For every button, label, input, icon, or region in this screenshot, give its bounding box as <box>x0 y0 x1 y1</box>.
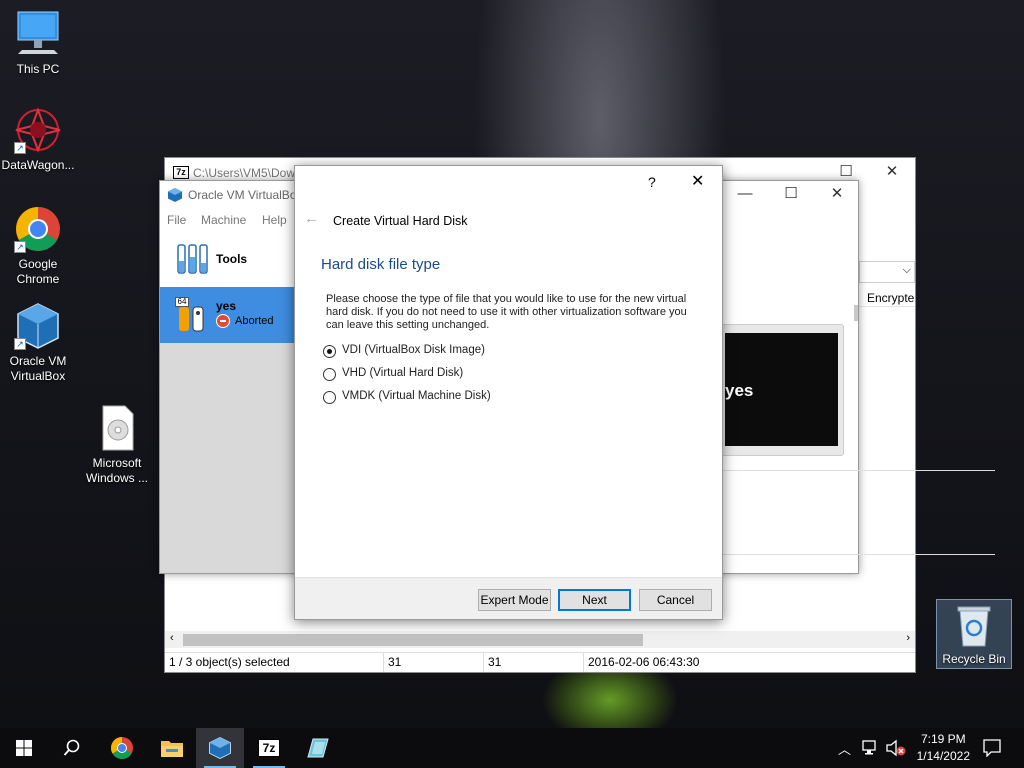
7zip-icon: 7z <box>173 166 189 179</box>
volume-muted-icon[interactable] <box>885 739 907 757</box>
toolbar-area <box>859 208 915 262</box>
help-button[interactable]: ? <box>648 174 656 190</box>
preview-frame: yes <box>720 324 844 456</box>
status-selected: 1 / 3 object(s) selected <box>169 655 290 669</box>
details-scrollbar[interactable] <box>854 305 858 321</box>
machine-list: Tools 64 yes Aborted <box>160 231 296 573</box>
os-type-icon: 64 <box>175 297 207 333</box>
show-hidden-icons-chevron-up-icon[interactable]: ︿ <box>838 739 851 758</box>
menu-machine[interactable]: Machine <box>201 213 246 227</box>
scroll-right-icon[interactable]: › <box>906 632 910 644</box>
column-header-encrypted[interactable]: Encrypte <box>859 289 915 307</box>
aborted-icon <box>216 314 230 328</box>
taskbar-virtualbox[interactable] <box>196 728 244 768</box>
taskbar-file-explorer[interactable] <box>148 728 196 768</box>
tools-label: Tools <box>216 252 248 266</box>
virtualbox-title: Oracle VM VirtualBox <box>188 188 303 202</box>
preview-vm-name: yes <box>725 381 754 400</box>
virtualbox-icon <box>209 736 231 760</box>
taskbar-app[interactable] <box>294 728 342 768</box>
start-button[interactable] <box>0 728 48 768</box>
desktop-icon-microsoft-windows[interactable]: Microsoft Windows ... <box>77 404 157 486</box>
app-icon <box>307 738 329 758</box>
clock-time: 7:19 PM <box>920 732 966 746</box>
search-icon <box>63 739 80 756</box>
taskbar-chrome[interactable] <box>98 728 146 768</box>
preview-screen: yes <box>725 333 838 446</box>
desktop-icon-label: Microsoft Windows ... <box>85 456 148 485</box>
desktop-icon-label: This PC <box>16 62 60 76</box>
7zip-icon: 7z <box>258 739 280 757</box>
datawagon-icon: ↗ <box>14 106 62 154</box>
create-virtual-hard-disk-dialog: ? ✕ ← Create Virtual Hard Disk Hard disk… <box>294 165 723 620</box>
status-size: 31 <box>383 653 401 672</box>
vm-name: yes <box>216 299 237 313</box>
radio-button[interactable] <box>323 345 336 358</box>
notification-center-icon[interactable] <box>983 739 1001 757</box>
desktop-icon-label: Recycle Bin <box>942 652 1006 666</box>
radio-button[interactable] <box>323 391 336 404</box>
shortcut-arrow-icon: ↗ <box>14 338 26 350</box>
desktop-icon-this-pc[interactable]: This PC <box>0 10 78 77</box>
taskbar-7zip[interactable]: 7z <box>245 728 293 768</box>
close-button[interactable]: ✕ <box>869 158 915 188</box>
close-button[interactable]: ✕ <box>814 180 860 210</box>
desktop-icon-label: DataWagon... <box>1 158 75 172</box>
option-label: VMDK (Virtual Machine Disk) <box>342 390 491 402</box>
vm-state: Aborted <box>235 315 274 327</box>
desktop-icon-label: Google Chrome <box>16 257 60 286</box>
virtualbox-icon <box>168 188 182 202</box>
desktop-icon-oracle-vm-virtualbox[interactable]: ↗ Oracle VM VirtualBox <box>0 302 78 384</box>
dialog-title: Create Virtual Hard Disk <box>333 214 468 228</box>
option-label: VHD (Virtual Hard Disk) <box>342 367 464 379</box>
shortcut-arrow-icon: ↗ <box>14 241 26 253</box>
clock[interactable]: 7:19 PM 1/14/2022 <box>917 731 970 765</box>
tools-icon <box>177 244 208 274</box>
option-label: VDI (VirtualBox Disk Image) <box>342 344 485 356</box>
radio-button[interactable] <box>323 368 336 381</box>
scroll-left-icon[interactable]: ‹ <box>170 632 174 644</box>
maximize-button[interactable]: ☐ <box>768 180 814 210</box>
dialog-footer: Expert Mode Next Cancel <box>295 577 722 619</box>
back-arrow-icon[interactable]: ← <box>304 210 319 227</box>
menu-help[interactable]: Help <box>262 213 287 227</box>
windows-logo-icon <box>16 740 32 756</box>
chrome-icon <box>111 737 133 759</box>
network-icon[interactable] <box>862 740 880 756</box>
computer-icon <box>14 10 62 58</box>
minimize-button[interactable]: — <box>722 180 768 210</box>
shortcut-arrow-icon: ↗ <box>14 142 26 154</box>
desktop-icon-label: Oracle VM VirtualBox <box>9 354 67 383</box>
status-packed: 31 <box>483 653 501 672</box>
description-text: Please choose the type of file that you … <box>326 293 687 331</box>
virtualbox-icon: ↗ <box>14 302 62 350</box>
tools-item[interactable]: Tools <box>160 231 296 287</box>
divider <box>721 554 995 555</box>
search-button[interactable] <box>48 728 96 768</box>
path-combobox[interactable]: ⌵ <box>859 261 915 283</box>
recycle-bin-icon <box>950 604 998 648</box>
clock-date: 1/14/2022 <box>916 749 970 763</box>
menu-file[interactable]: File <box>167 213 186 227</box>
chevron-down-icon[interactable]: ⌵ <box>903 264 911 277</box>
file-explorer-icon <box>161 741 183 757</box>
status-modified: 2016-02-06 06:43:30 <box>583 653 699 672</box>
close-icon[interactable]: ✕ <box>691 171 704 191</box>
expert-mode-button[interactable]: Expert Mode <box>478 589 551 611</box>
vm-item-yes[interactable]: 64 yes Aborted <box>160 287 296 343</box>
horizontal-scrollbar[interactable]: ‹ › <box>165 631 915 648</box>
cancel-button[interactable]: Cancel <box>639 589 712 611</box>
page-heading: Hard disk file type <box>321 256 441 273</box>
scrollbar-thumb[interactable] <box>183 634 643 646</box>
chrome-icon: ↗ <box>14 205 62 253</box>
sevenzip-title: C:\Users\VM5\Dow <box>193 166 296 180</box>
disc-image-file-icon <box>93 404 141 452</box>
status-bar: 1 / 3 object(s) selected 31 31 2016-02-0… <box>165 652 915 672</box>
next-button[interactable]: Next <box>558 589 631 611</box>
divider <box>721 470 995 471</box>
desktop-icon-datawagon[interactable]: ↗ DataWagon... <box>0 106 78 173</box>
desktop-icon-google-chrome[interactable]: ↗ Google Chrome <box>0 205 78 287</box>
desktop-icon-recycle-bin[interactable]: Recycle Bin <box>936 599 1012 669</box>
taskbar: 7z ︿ 7:19 PM 1/14/2022 <box>0 728 1024 768</box>
